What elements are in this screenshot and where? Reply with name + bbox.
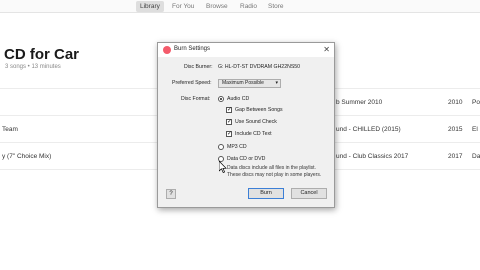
cd-text-label[interactable]: Include CD Text (235, 131, 272, 137)
itunes-icon (163, 46, 171, 54)
track-year: 2015 (448, 126, 463, 133)
top-nav: Library For You Browse Radio Store (0, 0, 480, 13)
tab-for-you[interactable]: For You (168, 1, 198, 12)
track-year: 2017 (448, 153, 463, 160)
track-genre: Da (472, 153, 480, 160)
track-album: und - Club Classics 2017 (336, 153, 409, 160)
sound-check-checkbox[interactable]: ✓ (226, 119, 232, 125)
mp3-cd-label[interactable]: MP3 CD (227, 144, 247, 150)
audio-cd-label[interactable]: Audio CD (227, 96, 249, 102)
disc-format-label: Disc Format: (181, 96, 211, 102)
speed-select[interactable]: Maximum Possible ▾ (218, 79, 281, 88)
album-title: CD for Car (4, 46, 80, 63)
data-cd-label[interactable]: Data CD or DVD (227, 156, 265, 162)
disc-burner-value: G: HL-DT-ST DVDRAM GH22NS50 (218, 64, 301, 70)
disc-burner-label: Disc Burner: (184, 64, 213, 70)
track-album: und - CHILLED (2015) (336, 126, 401, 133)
tab-store[interactable]: Store (264, 1, 288, 12)
speed-select-value: Maximum Possible (222, 80, 264, 86)
track-genre: Po (472, 99, 480, 106)
cd-text-checkbox[interactable]: ✓ (226, 131, 232, 137)
burn-settings-dialog: Burn Settings ✕ Disc Burner: G: HL-DT-ST… (157, 42, 335, 208)
track-genre: El (472, 126, 478, 133)
tab-library[interactable]: Library (136, 1, 164, 12)
mouse-cursor-icon (219, 161, 227, 173)
track-album: b Summer 2010 (336, 99, 383, 106)
gap-between-songs-checkbox[interactable]: ✓ (226, 107, 232, 113)
burn-button[interactable]: Burn (248, 188, 284, 199)
track-year: 2010 (448, 99, 463, 106)
dialog-title: Burn Settings (174, 46, 211, 52)
help-button[interactable]: ? (166, 189, 176, 199)
gap-between-songs-label[interactable]: Gap Between Songs (235, 107, 283, 113)
speed-label: Preferred Speed: (172, 80, 212, 86)
album-subtitle: 3 songs • 13 minutes (5, 64, 61, 70)
close-icon[interactable]: ✕ (323, 44, 330, 56)
data-note-line1: Data discs include all files in the play… (227, 165, 316, 171)
dialog-titlebar: Burn Settings ✕ (158, 43, 334, 57)
track-name: y (7" Choice Mix) (2, 153, 52, 160)
track-name: Team (2, 126, 18, 133)
audio-cd-radio[interactable] (218, 96, 224, 102)
mp3-cd-radio[interactable] (218, 144, 224, 150)
tab-radio[interactable]: Radio (236, 1, 261, 12)
cancel-button[interactable]: Cancel (291, 188, 327, 199)
tab-browse[interactable]: Browse (202, 1, 232, 12)
data-note-line2: These discs may not play in some players… (227, 172, 322, 178)
chevron-down-icon: ▾ (275, 80, 278, 86)
sound-check-label[interactable]: Use Sound Check (235, 119, 277, 125)
